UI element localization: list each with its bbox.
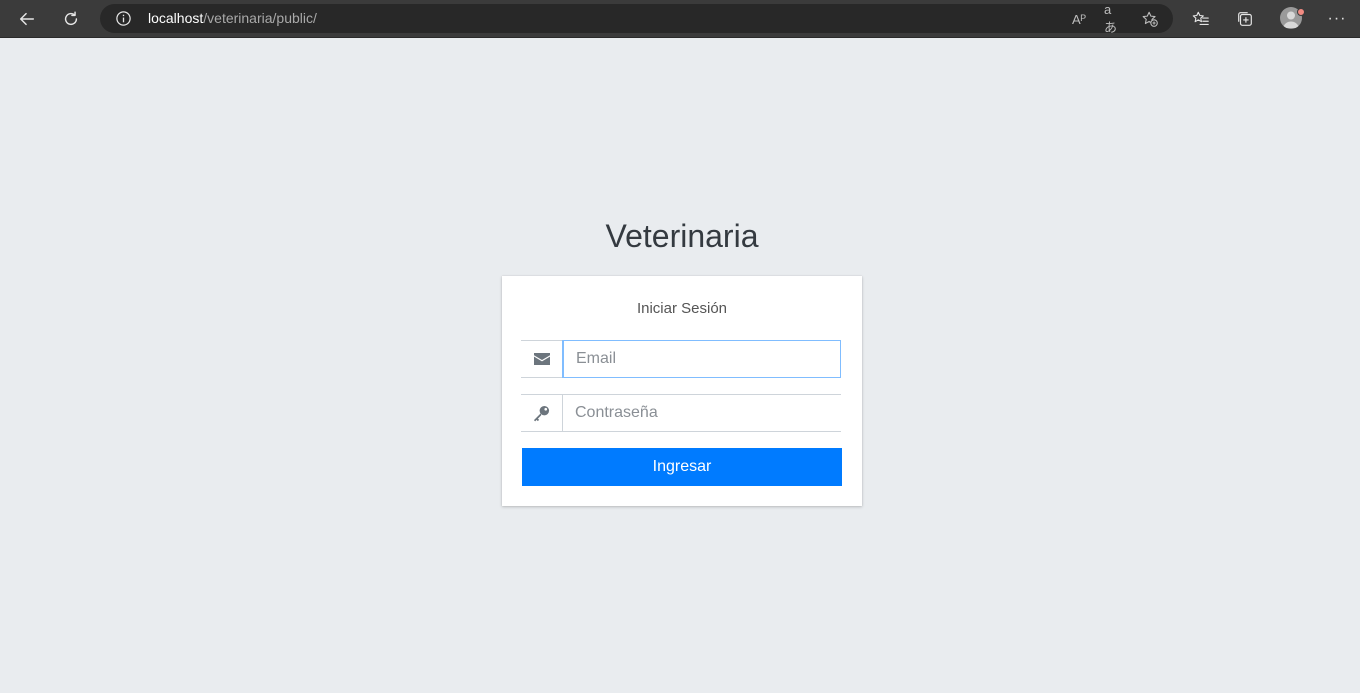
login-button[interactable]: Ingresar: [522, 448, 842, 486]
url-path: /veterinaria/public/: [203, 10, 317, 26]
envelope-icon: [533, 353, 550, 365]
page-title: Veterinaria: [605, 218, 759, 254]
reload-button[interactable]: [56, 4, 86, 34]
login-subtitle: Iniciar Sesión: [636, 300, 728, 317]
url-host: localhost: [148, 10, 204, 26]
collections-icon[interactable]: [1234, 8, 1256, 30]
notification-dot: [1297, 8, 1305, 16]
email-input-group: [521, 340, 841, 378]
address-bar[interactable]: localhost/veterinaria/public/ Aᴾ aあ: [100, 2, 1173, 35]
email-field[interactable]: [562, 340, 841, 378]
url-text[interactable]: localhost/veterinaria/public/: [148, 10, 317, 27]
password-addon: [521, 394, 562, 432]
password-input-group: [521, 394, 841, 432]
back-arrow-icon: [19, 12, 35, 26]
add-favorite-icon[interactable]: [1140, 9, 1160, 29]
email-addon: [521, 340, 562, 378]
read-aloud-icon[interactable]: Aᴾ: [1069, 9, 1089, 29]
favorites-icon[interactable]: [1190, 8, 1212, 30]
key-icon: [533, 405, 550, 421]
password-field[interactable]: [562, 394, 841, 432]
browser-toolbar: localhost/veterinaria/public/ Aᴾ aあ ···: [0, 0, 1360, 38]
more-icon[interactable]: ···: [1326, 8, 1348, 30]
translate-icon[interactable]: aあ: [1104, 2, 1124, 35]
info-icon[interactable]: [115, 10, 132, 27]
back-button[interactable]: [12, 4, 42, 34]
login-card: Iniciar Sesión Ingresar: [502, 276, 862, 506]
reload-icon: [64, 11, 78, 26]
